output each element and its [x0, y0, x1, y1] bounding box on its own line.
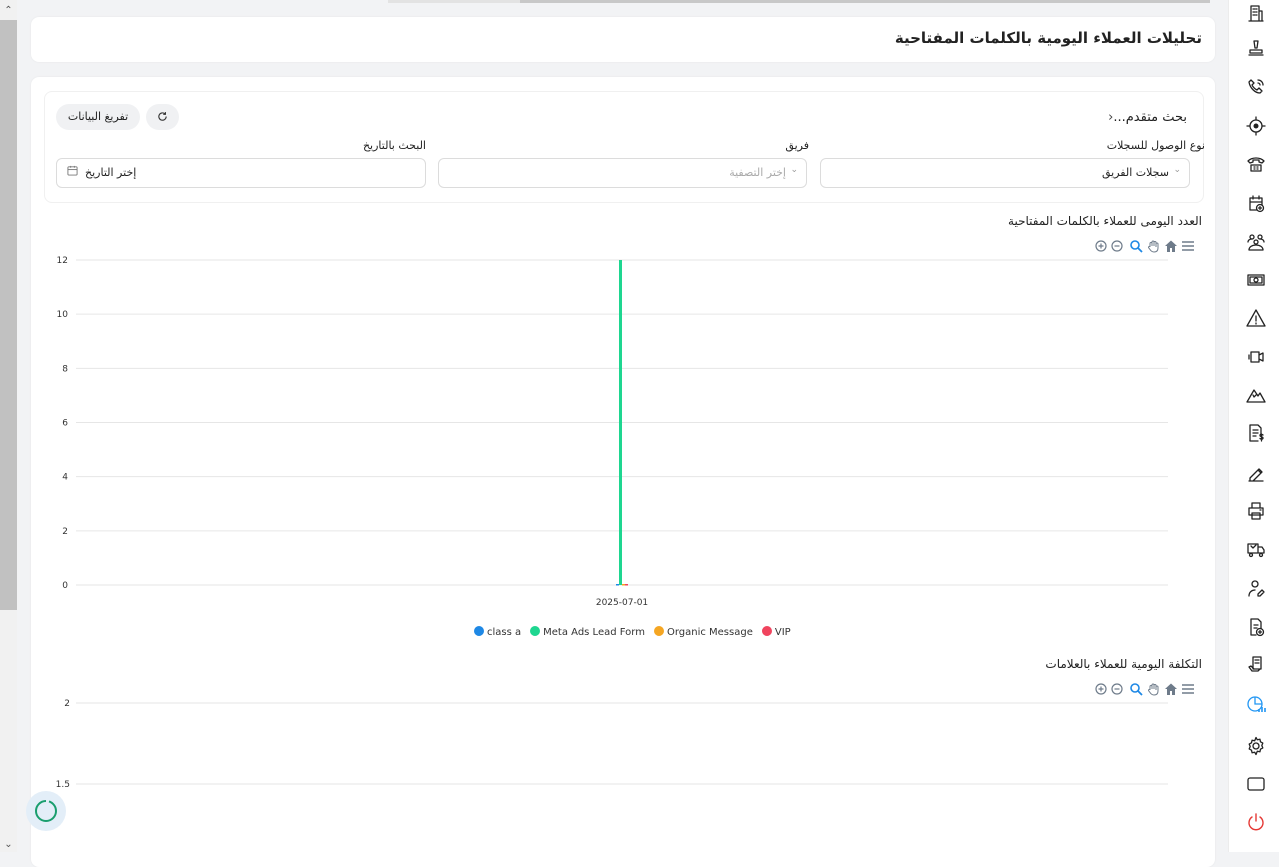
- box-truck-icon[interactable]: [1246, 539, 1266, 559]
- scroll-up-arrow-icon[interactable]: ⌃: [0, 4, 17, 18]
- stamp-icon[interactable]: [1246, 38, 1266, 58]
- building-icon[interactable]: [1246, 3, 1266, 23]
- phone-call-icon[interactable]: [1246, 77, 1266, 97]
- chart2-plot: 1.52: [56, 699, 1168, 790]
- settings-icon[interactable]: [1246, 736, 1266, 756]
- calendar-plus-icon[interactable]: [1246, 194, 1266, 214]
- user-edit-icon[interactable]: [1246, 578, 1266, 598]
- top-scrollbar-thumb[interactable]: [520, 0, 1210, 3]
- telephone-icon[interactable]: [1246, 154, 1266, 174]
- title-card: تحليلات العملاء اليومية بالكلمات المفتاح…: [31, 17, 1215, 62]
- right-sidebar: [1228, 0, 1279, 852]
- loading-spinner: [26, 791, 66, 831]
- printer-icon[interactable]: [1246, 501, 1266, 521]
- page-scrollbar-thumb[interactable]: [0, 20, 17, 610]
- page-title: تحليلات العملاء اليومية بالكلمات المفتاح…: [894, 29, 1202, 47]
- page-scrollbar[interactable]: ⌃ ⌄: [0, 0, 17, 852]
- hand-document-icon[interactable]: [1246, 655, 1266, 675]
- warning-icon[interactable]: [1246, 308, 1266, 328]
- chart2-y-tick-label: 2: [64, 699, 70, 709]
- signature-icon[interactable]: [1246, 462, 1266, 482]
- power-icon[interactable]: [1246, 812, 1266, 832]
- invoice-dollar-icon[interactable]: [1246, 423, 1266, 443]
- video-icon[interactable]: [1246, 347, 1266, 367]
- chart2-y-tick-label: 1.5: [56, 780, 70, 790]
- analytics-icon[interactable]: [1246, 694, 1266, 714]
- group-icon[interactable]: [1246, 232, 1266, 252]
- scroll-down-arrow-icon[interactable]: ⌄: [0, 838, 17, 852]
- window-icon[interactable]: [1246, 774, 1266, 794]
- spinner-icon: [35, 799, 57, 822]
- target-icon[interactable]: [1246, 116, 1266, 136]
- money-icon[interactable]: [1246, 270, 1266, 290]
- add-document-icon[interactable]: [1246, 617, 1266, 637]
- top-horizontal-scrollbar[interactable]: [388, 0, 1210, 3]
- main-card: بحث متقدم...‹ تفريغ البيانات نوع الوصول …: [31, 77, 1215, 867]
- mountain-icon[interactable]: [1246, 385, 1266, 405]
